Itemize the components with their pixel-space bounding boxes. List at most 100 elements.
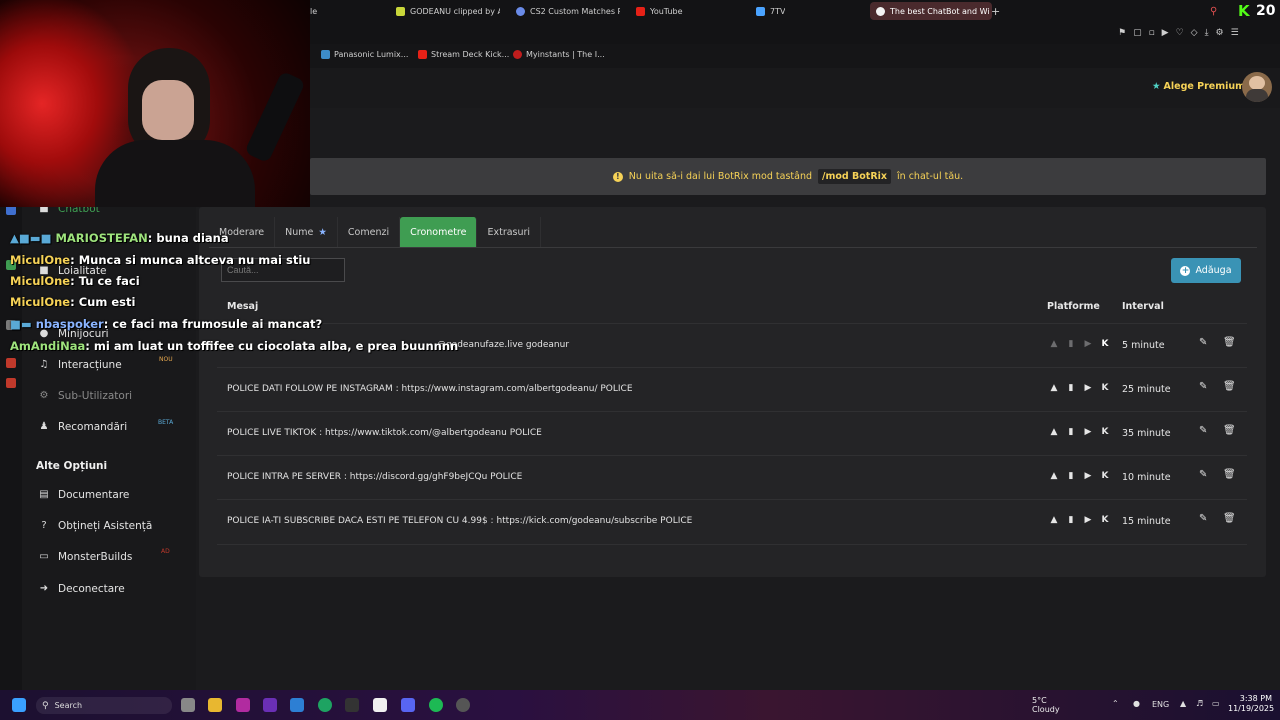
store-icon[interactable] [373,698,387,712]
chat-message: ■▬ nbaspoker: ce faci ma frumosule ai ma… [10,317,323,331]
weather-desc: Cloudy [1032,705,1060,714]
toolbar-extension-icons[interactable]: ⚑▢▫▶♡◇⤓⚙☰ [1118,28,1246,38]
clock[interactable]: 3:38 PM 11/19/2025 [1228,694,1275,714]
music-note-icon: ♫ [39,359,49,370]
app-icon[interactable] [345,698,359,712]
chat-username: MARIOSTEFAN [55,231,148,245]
bookmark-item[interactable]: Panasonic Lumix... [321,50,408,59]
chat-text: ce faci ma frumosule ai mancat? [112,317,323,331]
bookmark-item[interactable]: Stream Deck Kick... [418,50,509,59]
spotify-icon[interactable] [429,698,443,712]
language-indicator[interactable]: ENG [1152,700,1169,709]
edge-icon[interactable] [318,698,332,712]
bookmark-item[interactable]: Myinstants | The I... [513,50,605,59]
tab-nume[interactable]: Nume ★ [275,217,338,248]
sidebar-item-label: Sub-Utilizatori [58,390,133,402]
avatar[interactable] [1242,72,1272,102]
file-explorer-icon[interactable] [208,698,222,712]
banner-command: /mod BotRix [818,169,892,184]
weather-widget[interactable]: 5°C Cloudy [1012,696,1060,714]
chat-message: MiculOne: Cum esti [10,295,136,309]
tab-label: le [310,6,318,16]
search-icon[interactable]: ⚲ [1210,2,1217,20]
chevron-up-icon[interactable]: ⌃ [1112,699,1119,708]
rail-app-icon[interactable] [6,358,16,368]
trash-icon[interactable]: 🗑 [1223,513,1236,524]
taskbar-search[interactable]: ⚲ Search [36,697,172,714]
kick-icon: K [1101,471,1109,481]
rail-app-icon[interactable] [6,378,16,388]
twitch-icon: ▮ [1068,471,1074,481]
add-timer-button[interactable]: + Adăuga [1171,258,1241,283]
browser-tab[interactable]: CS2 Custom Matches Pr [516,2,620,20]
edit-icon[interactable]: ✎ [1199,425,1207,436]
platform-icons: ▲ ▮ ▶ K [1048,470,1111,482]
premium-link[interactable]: ★ Alege Premium [1152,81,1245,92]
new-tab-button[interactable]: + [991,2,1000,20]
app-icon[interactable] [263,698,277,712]
chat-username: nbaspoker [35,317,104,331]
network-icon[interactable]: ▲ [1180,699,1186,708]
tab-extrasuri[interactable]: Extrasuri [477,217,542,248]
sidebar-item-asistenta[interactable]: ? Obțineți Asistență [38,520,152,532]
mod-reminder-banner: ! Nu uita să-i dai lui BotRix mod tastân… [310,158,1266,195]
edit-icon[interactable]: ✎ [1199,381,1207,392]
battery-icon[interactable]: ▭ [1212,699,1220,708]
discord-icon[interactable] [401,698,415,712]
star-icon: ★ [1152,81,1161,92]
laptop-icon: ▭ [39,551,49,562]
trash-icon[interactable]: 🗑 [1223,337,1236,348]
platform-icons: ▲ ▮ ▶ K [1048,514,1111,526]
volume-icon[interactable]: ♬ [1196,699,1203,708]
youtube-icon [418,50,427,59]
clock-time: 3:38 PM [1239,694,1272,703]
browser-tab-active[interactable]: The best ChatBot and Wi [870,2,992,20]
task-view-icon[interactable] [181,698,195,712]
youtube-icon: ▶ [1084,383,1092,393]
browser-tab[interactable]: le [310,2,317,20]
trash-icon[interactable]: 🗑 [1223,425,1236,436]
twitch-icon: ▮ [1068,339,1074,349]
question-icon: ? [41,520,47,531]
edit-icon[interactable]: ✎ [1199,337,1207,348]
browser-tab[interactable]: 7TV [756,2,785,20]
browser-tab[interactable]: GODEANU clipped by Alb [396,2,500,20]
trash-icon[interactable]: 🗑 [1223,381,1236,392]
kick-icon: K [1101,383,1109,393]
row-interval: 15 minute [1122,516,1171,527]
edit-icon[interactable]: ✎ [1199,513,1207,524]
sidebar-item-monsterbuilds[interactable]: ▭ MonsterBuilds [38,551,132,563]
app-icon[interactable] [290,698,304,712]
chat-text: buna diana [156,231,229,245]
chat-username: MiculOne [10,274,71,288]
edit-icon[interactable]: ✎ [1199,469,1207,480]
trash-icon[interactable]: 🗑 [1223,469,1236,480]
kick-icon: K [1101,339,1109,349]
column-header-platforms: Platforme [1047,301,1100,312]
tab-comenzi[interactable]: Comenzi [338,217,401,248]
sidebar-item-sub-utilizatori[interactable]: ⚙ Sub-Utilizatori [38,390,133,402]
tab-label: Comenzi [347,227,390,238]
microphone-icon[interactable]: ● [1133,699,1140,708]
sidebar-item-deconectare[interactable]: ➜ Deconectare [38,583,125,595]
youtube-icon [636,6,645,16]
plus-icon: + [991,4,1001,18]
windows-start-icon[interactable] [12,698,26,712]
steam-icon[interactable] [456,698,470,712]
sidebar-item-interactiune[interactable]: ♫ Interacțiune [38,359,122,371]
chat-text: Tu ce faci [78,274,140,288]
browser-tab[interactable]: YouTube [636,2,683,20]
sidebar-item-recomandari[interactable]: ♟ Recomandări [38,421,128,433]
users-icon: ♟ [39,421,49,432]
chat-text: mi am luat un toffifee cu ciocolata alba… [93,339,459,353]
app-icon[interactable] [236,698,250,712]
table-row: POLICE LIVE TIKTOK : https://www.tiktok.… [217,411,1247,456]
clock-date: 11/19/2025 [1228,704,1275,713]
sidebar-item-documentare[interactable]: ▤ Documentare [38,489,129,501]
webcam-overlay [0,0,310,207]
youtube-icon: ▶ [1084,427,1092,437]
twitch-icon: ▮ [1068,427,1074,437]
tab-cronometre[interactable]: Cronometre [400,217,478,248]
tab-label: Extrasuri [487,227,531,238]
tab-favicon-icon [516,6,525,16]
